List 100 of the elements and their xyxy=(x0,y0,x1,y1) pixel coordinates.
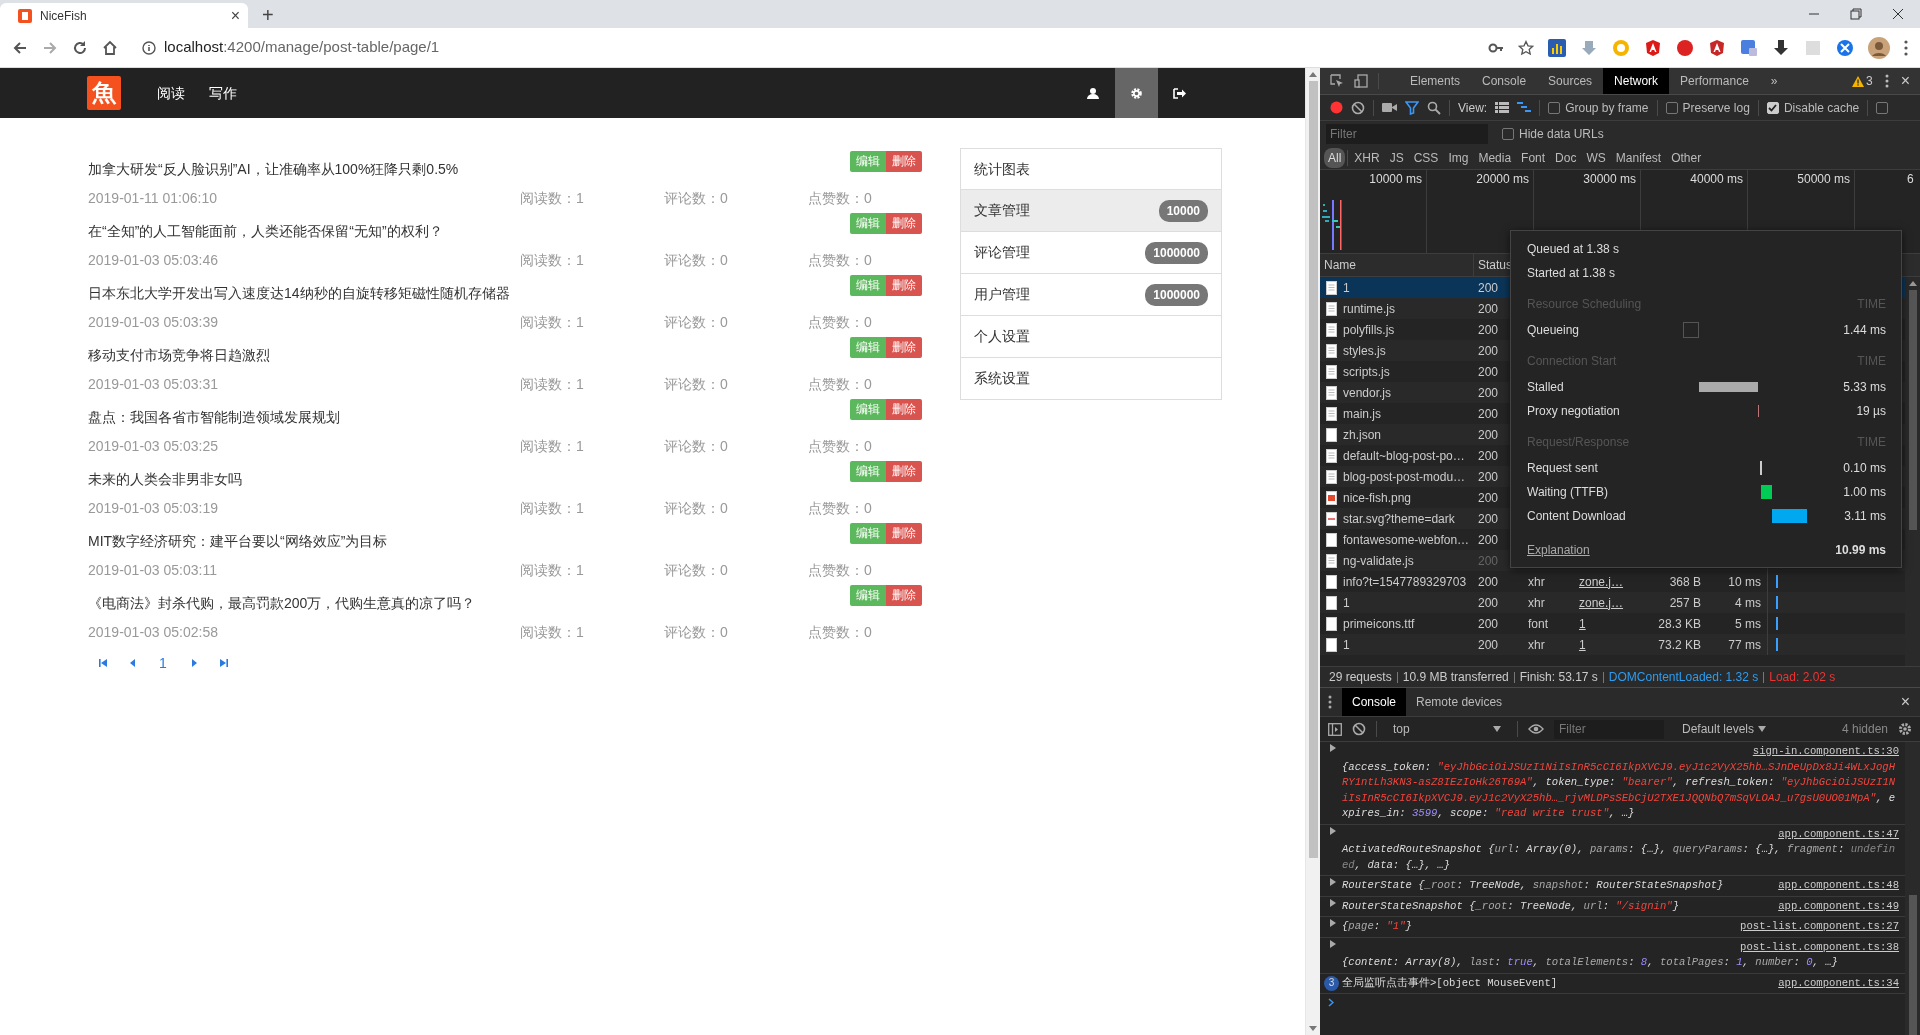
source-link[interactable]: sign-in.component.ts:30 xyxy=(1752,744,1899,760)
post-title-link[interactable]: MIT数字经济研究：建平台要以“网络效应”为目标 xyxy=(88,528,850,553)
context-select[interactable]: top xyxy=(1387,720,1507,738)
home-icon[interactable] xyxy=(102,39,118,56)
filter-icon[interactable] xyxy=(1405,100,1419,115)
type-filter-button[interactable]: Media xyxy=(1474,147,1516,168)
settings-button[interactable] xyxy=(1115,68,1158,118)
clear-icon[interactable] xyxy=(1351,100,1365,115)
close-icon[interactable] xyxy=(1892,8,1904,20)
initiator-link[interactable]: zone.j… xyxy=(1579,574,1624,589)
drawer-menu-icon[interactable] xyxy=(1328,695,1332,709)
record-icon[interactable] xyxy=(1330,101,1343,114)
close-drawer-button[interactable]: × xyxy=(1900,688,1920,716)
new-tab-button[interactable]: + xyxy=(262,5,274,25)
more-tabs-button[interactable]: » xyxy=(1759,68,1789,94)
expand-arrow-icon[interactable] xyxy=(1330,939,1336,948)
expand-arrow-icon[interactable] xyxy=(1330,878,1336,886)
settings-icon[interactable] xyxy=(1898,722,1912,736)
request-row[interactable]: 1 200 xhr zone.j… 257 B 4 ms xyxy=(1320,592,1905,613)
search-icon[interactable] xyxy=(1427,100,1441,115)
option-checkbox[interactable]: Group by frame xyxy=(1548,98,1649,117)
tab-close-button[interactable]: × xyxy=(230,7,240,24)
expand-arrow-icon[interactable] xyxy=(1330,744,1336,752)
type-filter-button[interactable]: CSS xyxy=(1409,147,1443,168)
more-options-icon[interactable] xyxy=(1884,74,1889,88)
menu-item[interactable]: 统计图表 xyxy=(960,148,1222,190)
waterfall-view-icon[interactable] xyxy=(1517,102,1532,113)
panel-tab[interactable]: Console xyxy=(1471,68,1538,94)
eye-icon[interactable] xyxy=(1528,724,1544,734)
scroll-down-icon[interactable] xyxy=(1309,1026,1317,1031)
source-link[interactable]: post-list.component.ts:27 xyxy=(1740,919,1899,935)
drawer-tab[interactable]: Remote devices xyxy=(1406,688,1513,716)
checkbox[interactable] xyxy=(1876,101,1889,114)
hide-data-urls-checkbox[interactable]: Hide data URLs xyxy=(1502,124,1604,143)
restore-icon[interactable] xyxy=(1850,8,1862,20)
sidebar-toggle-icon[interactable] xyxy=(1328,722,1342,736)
post-title-link[interactable]: 未来的人类会非男非女吗 xyxy=(88,466,850,491)
type-filter-button[interactable]: JS xyxy=(1385,147,1408,168)
warning-count[interactable]: 3 xyxy=(1851,72,1873,90)
avatar-icon[interactable] xyxy=(1868,36,1890,59)
delete-button[interactable]: 删除 xyxy=(886,337,922,358)
explanation-link[interactable]: Explanation xyxy=(1527,541,1590,559)
type-filter-button[interactable]: Doc xyxy=(1551,147,1581,168)
delete-button[interactable]: 删除 xyxy=(886,399,922,420)
type-filter-button[interactable]: All xyxy=(1324,147,1346,168)
post-title-link[interactable]: 移动支付市场竞争将日趋激烈 xyxy=(88,342,850,367)
extension-icon[interactable] xyxy=(1708,38,1726,57)
extension-icon[interactable] xyxy=(1772,38,1790,57)
page-number[interactable]: 1 xyxy=(148,652,178,674)
delete-button[interactable]: 删除 xyxy=(886,275,922,296)
last-page-icon[interactable] xyxy=(218,658,228,668)
nav-link[interactable]: 阅读 xyxy=(157,82,185,104)
post-title-link[interactable]: 日本东北大学开发出写入速度达14纳秒的自旋转移矩磁性随机存储器 xyxy=(88,280,850,305)
menu-item[interactable]: 用户管理 1000000 xyxy=(960,274,1222,316)
option-checkbox[interactable]: Preserve log xyxy=(1665,98,1750,117)
initiator-link[interactable]: zone.j… xyxy=(1579,595,1624,610)
menu-item[interactable]: 个人设置 xyxy=(960,316,1222,358)
menu-icon[interactable] xyxy=(1904,39,1908,56)
drawer-tab[interactable]: Console xyxy=(1342,688,1407,716)
clear-console-icon[interactable] xyxy=(1352,722,1366,736)
initiator-link[interactable]: 1 xyxy=(1579,616,1586,631)
first-page-icon[interactable] xyxy=(98,658,108,668)
request-row[interactable]: 1 200 xhr 1 73.2 KB 77 ms xyxy=(1320,634,1905,655)
source-link[interactable]: post-list.component.ts:38 xyxy=(1740,939,1899,955)
source-link[interactable]: app.component.ts:47 xyxy=(1778,826,1899,842)
list-view-icon[interactable] xyxy=(1495,102,1510,113)
panel-tab[interactable]: Network xyxy=(1603,68,1670,94)
initiator-link[interactable]: 1 xyxy=(1579,637,1586,652)
browser-tab[interactable]: NiceFish × xyxy=(0,3,248,28)
scroll-up-icon[interactable] xyxy=(1309,72,1317,77)
type-filter-button[interactable]: Img xyxy=(1444,147,1473,168)
address-bar[interactable]: localhost:4200/manage/post-table/page/1 xyxy=(164,36,440,59)
menu-item[interactable]: 文章管理 10000 xyxy=(960,190,1222,232)
option-checkbox[interactable]: Disable cache xyxy=(1766,98,1860,117)
post-title-link[interactable]: 盘点：我国各省市智能制造领域发展规划 xyxy=(88,404,850,429)
scrollbar-thumb[interactable] xyxy=(1908,895,1917,1035)
post-title-link[interactable]: 在“全知”的人工智能面前，人类还能否保留“无知”的权利？ xyxy=(88,218,850,243)
delete-button[interactable]: 删除 xyxy=(886,461,922,482)
log-levels-dropdown[interactable]: Default levels xyxy=(1682,720,1767,738)
post-title-link[interactable]: 《电商法》封杀代购，最高罚款200万，代购生意真的凉了吗？ xyxy=(88,590,850,615)
column-header[interactable]: Name xyxy=(1324,256,1356,274)
menu-item[interactable]: 系统设置 xyxy=(960,358,1222,400)
info-icon[interactable] xyxy=(142,40,156,55)
type-filter-button[interactable]: XHR xyxy=(1350,147,1384,168)
source-link[interactable]: app.component.ts:49 xyxy=(1778,898,1899,914)
delete-button[interactable]: 删除 xyxy=(886,151,922,172)
previous-page-icon[interactable] xyxy=(128,658,138,668)
expand-arrow-icon[interactable] xyxy=(1330,919,1336,927)
expand-arrow-icon[interactable] xyxy=(1330,898,1336,907)
type-filter-button[interactable]: Manifest xyxy=(1611,147,1666,168)
source-link[interactable]: app.component.ts:48 xyxy=(1778,878,1899,894)
type-filter-button[interactable]: Other xyxy=(1667,147,1706,168)
panel-tab[interactable]: Sources xyxy=(1537,68,1604,94)
delete-button[interactable]: 删除 xyxy=(886,213,922,234)
delete-button[interactable]: 删除 xyxy=(886,585,922,606)
delete-button[interactable]: 删除 xyxy=(886,523,922,544)
type-filter-button[interactable]: Font xyxy=(1517,147,1550,168)
device-toolbar-icon[interactable] xyxy=(1354,74,1368,88)
scroll-up-icon[interactable] xyxy=(1908,281,1917,286)
close-devtools-button[interactable]: × xyxy=(1900,73,1910,89)
